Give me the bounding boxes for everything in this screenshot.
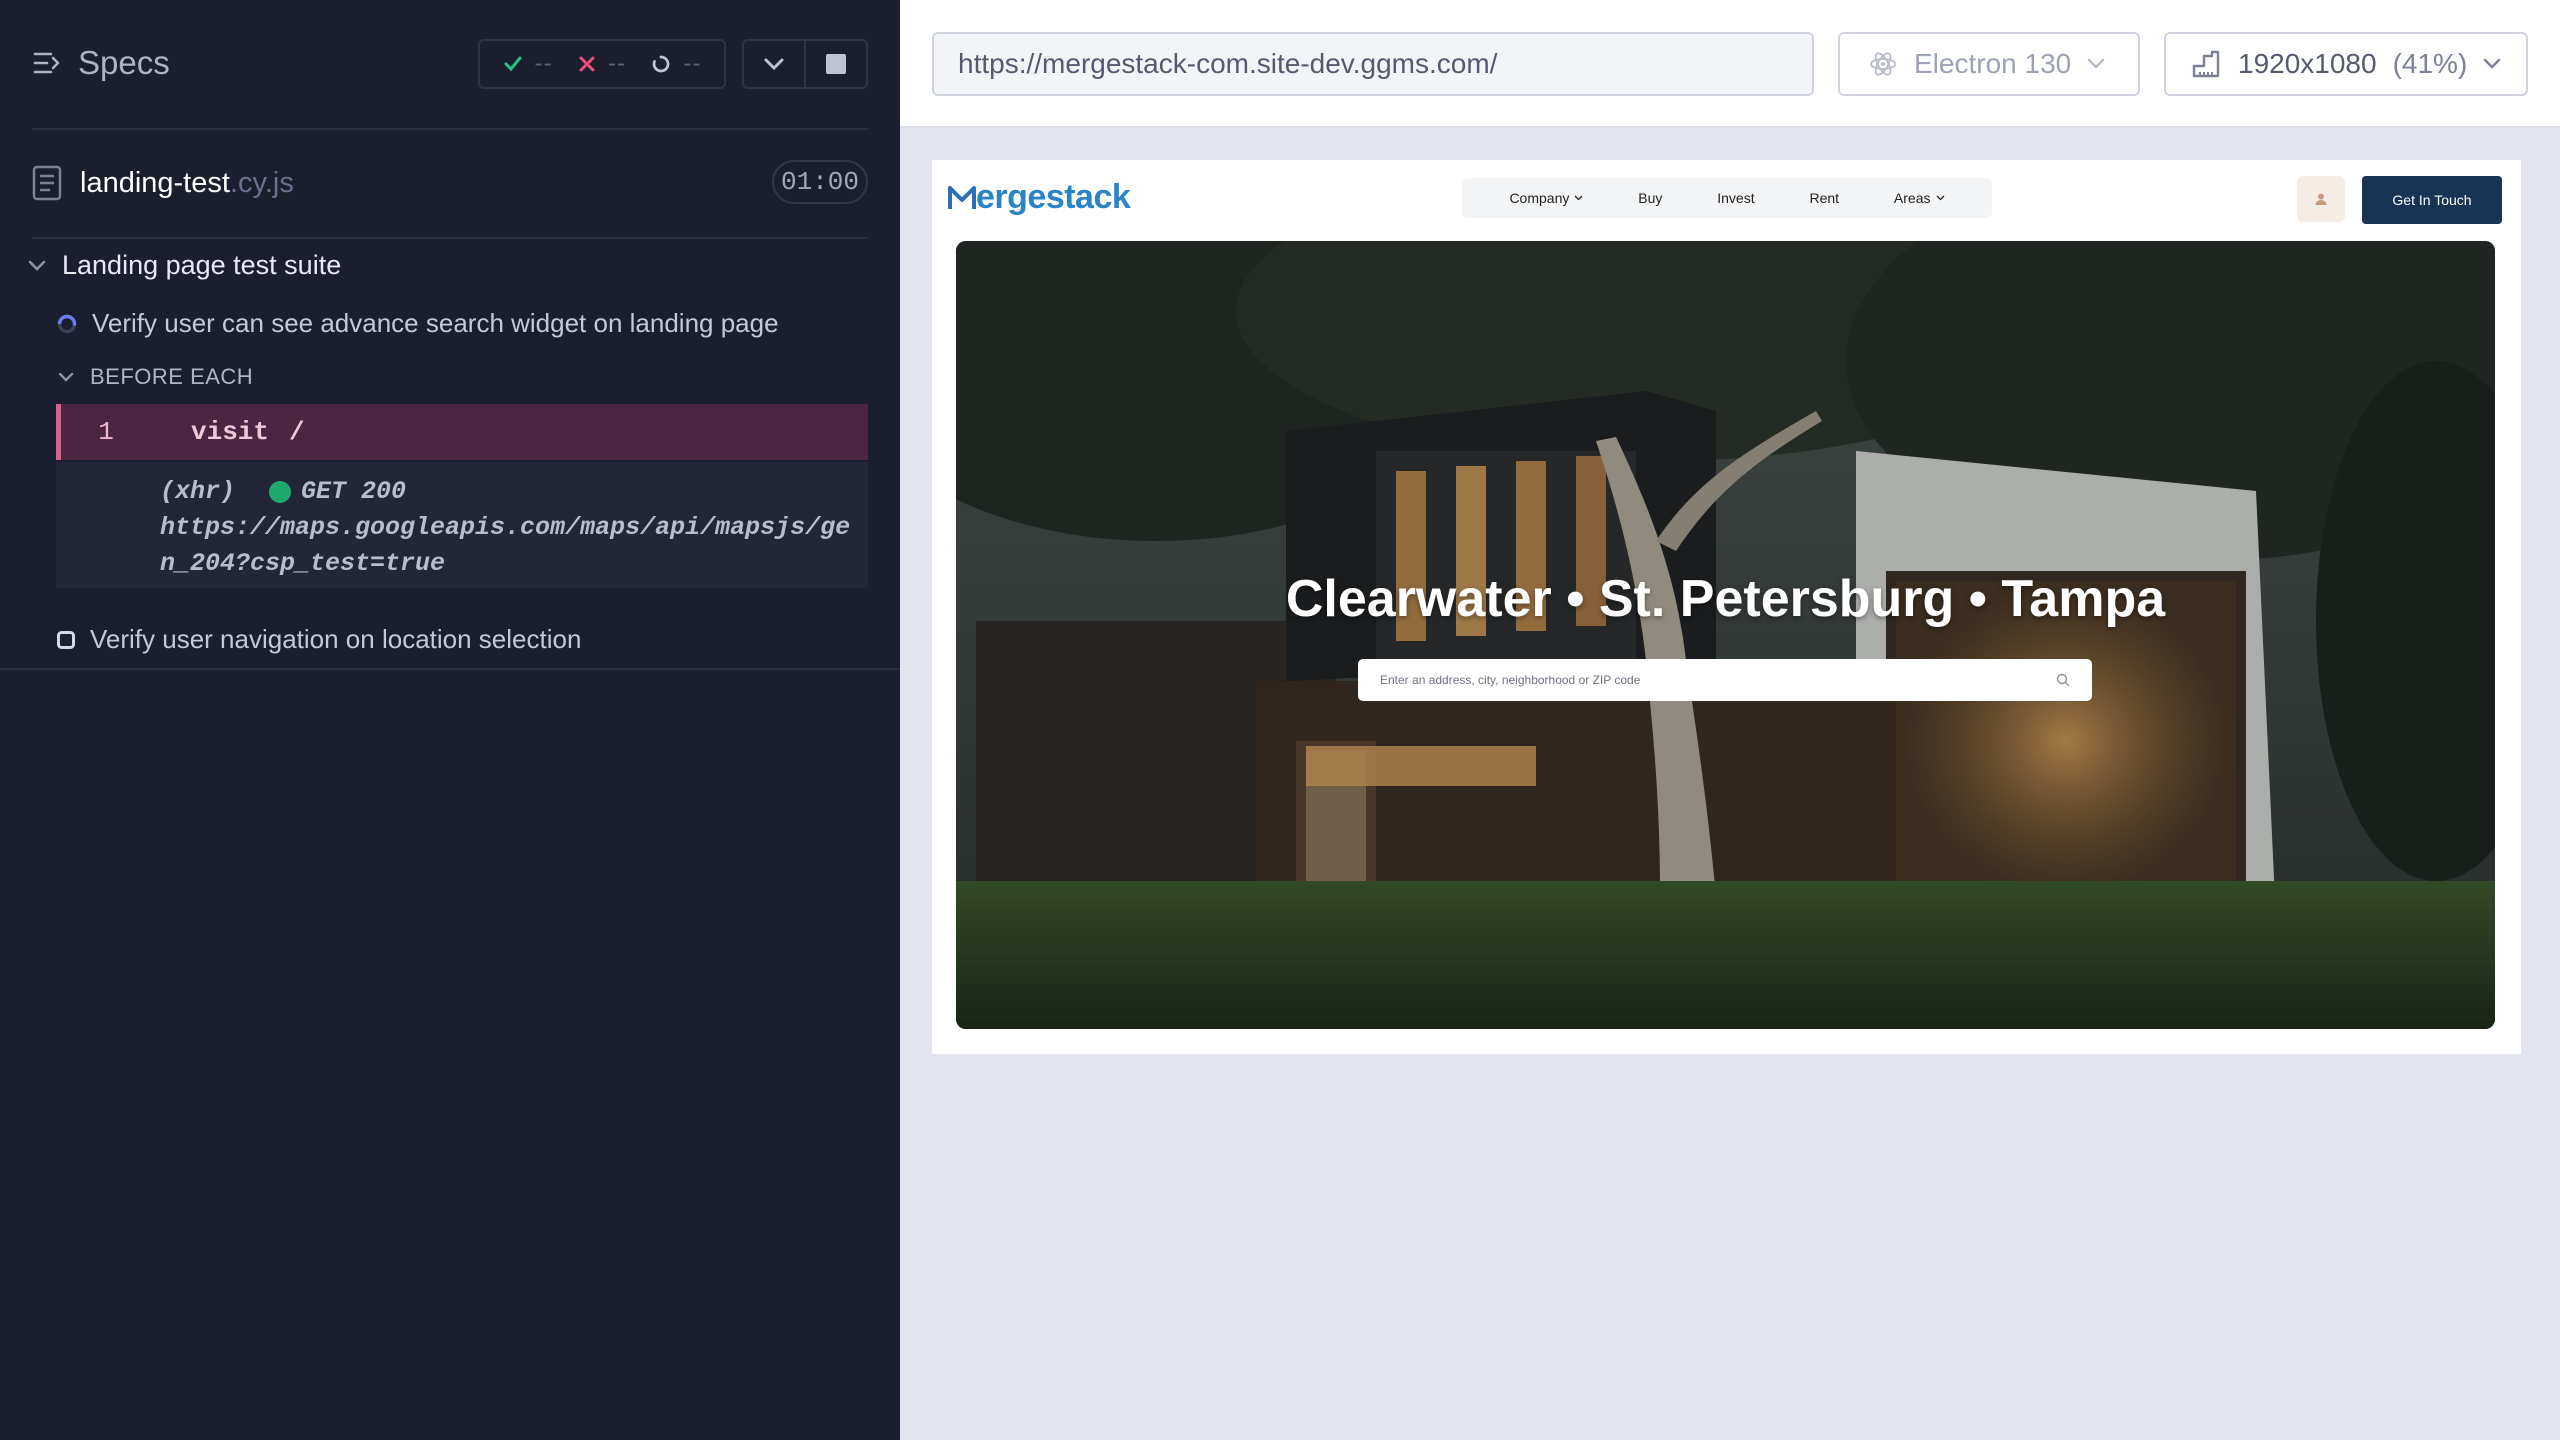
hero-banner: Clearwater • St. Petersburg • Tampa Ente… xyxy=(956,241,2495,1029)
command-number: 1 xyxy=(98,417,114,447)
failed-count: -- xyxy=(608,50,626,77)
search-icon[interactable] xyxy=(2056,673,2070,687)
nav-label: Areas xyxy=(1893,190,1931,206)
viewport-size: 1920x1080 xyxy=(2238,48,2377,79)
reporter-header: Specs -- -- -- xyxy=(0,0,900,130)
spec-file-name: landing-test xyxy=(80,166,230,199)
chevron-down-icon xyxy=(58,372,74,382)
viewport-selector[interactable]: 1920x1080 (41%) xyxy=(2164,32,2528,96)
test-item-running[interactable]: Verify user can see advance search widge… xyxy=(56,308,779,339)
aut-panel: https://mergestack-com.site-dev.ggms.com… xyxy=(900,0,2560,1440)
nav-rent[interactable]: Rent xyxy=(1809,190,1839,206)
checkbox-icon xyxy=(57,630,75,649)
pending-stat: -- xyxy=(651,50,701,78)
before-each-hook[interactable]: BEFORE EACH xyxy=(58,364,253,390)
tests-bottom-divider xyxy=(0,668,900,670)
file-divider xyxy=(32,237,868,239)
pending-count: -- xyxy=(683,50,702,77)
xhr-tag: (xhr) xyxy=(160,477,236,506)
spec-file-ext: .cy.js xyxy=(229,166,294,199)
test-item-pending[interactable]: Verify user navigation on location selec… xyxy=(56,624,581,655)
reporter-panel: Specs -- -- -- landing-test .cy.js 01:00… xyxy=(0,0,900,1440)
passed-stat: -- xyxy=(503,50,553,78)
viewport-scale: (41%) xyxy=(2392,48,2468,79)
hero-house-image xyxy=(956,241,2495,1029)
nav-buy[interactable]: Buy xyxy=(1638,190,1662,206)
stop-button[interactable] xyxy=(804,41,866,87)
spinner-icon xyxy=(57,314,77,333)
site-navbar: ergestack Company Buy Invest Rent Areas xyxy=(932,160,2521,240)
test-stats: -- -- -- xyxy=(478,39,726,89)
search-placeholder: Enter an address, city, neighborhood or … xyxy=(1380,673,1641,687)
spec-file-row: landing-test .cy.js 01:00 xyxy=(32,158,868,208)
chevron-down-icon xyxy=(2484,58,2501,69)
suite-title: Landing page test suite xyxy=(62,250,342,280)
get-in-touch-button[interactable]: Get In Touch xyxy=(2362,176,2502,224)
logo-mark-icon xyxy=(948,185,976,209)
chevron-down-icon xyxy=(764,58,784,71)
failed-stat: -- xyxy=(578,50,626,78)
hook-label: BEFORE EACH xyxy=(90,364,254,389)
check-icon xyxy=(504,56,522,72)
browser-label: Electron 130 xyxy=(1914,48,2072,79)
command-visit[interactable]: 1 visit / xyxy=(56,404,868,460)
chevron-down-icon xyxy=(28,260,46,271)
site-logo[interactable]: ergestack xyxy=(948,178,1131,217)
nav-label: Buy xyxy=(1638,190,1663,206)
command-arg: / xyxy=(289,417,305,447)
header-divider xyxy=(32,128,868,130)
nav-areas[interactable]: Areas xyxy=(1894,190,1945,206)
expand-toggle-button[interactable] xyxy=(744,41,804,87)
nav-label: Rent xyxy=(1809,190,1840,206)
pending-icon xyxy=(652,55,670,73)
aut-toolbar: https://mergestack-com.site-dev.ggms.com… xyxy=(900,0,2560,128)
nav-invest[interactable]: Invest xyxy=(1717,190,1754,206)
passed-count: -- xyxy=(534,50,553,77)
site-nav-menu: Company Buy Invest Rent Areas xyxy=(1462,178,1992,218)
chevron-down-icon xyxy=(1936,195,1944,201)
test-title: Verify user navigation on location selec… xyxy=(90,624,582,654)
aut-iframe: ergestack Company Buy Invest Rent Areas xyxy=(932,160,2521,1054)
command-name: visit xyxy=(191,417,270,447)
xhr-log-entry[interactable]: (xhr) GET 200 https://maps.googleapis.co… xyxy=(56,462,868,588)
browser-selector[interactable]: Electron 130 xyxy=(1838,32,2140,96)
user-icon xyxy=(2315,193,2327,205)
logo-text: ergestack xyxy=(976,178,1131,216)
xhr-method-status: GET 200 xyxy=(301,477,407,506)
file-icon xyxy=(32,165,62,201)
run-duration: 01:00 xyxy=(772,160,868,204)
stop-icon xyxy=(826,54,846,74)
nav-label: Company xyxy=(1509,190,1570,206)
user-account-button[interactable] xyxy=(2297,176,2345,222)
xhr-url: https://maps.googleapis.com/maps/api/map… xyxy=(160,513,851,578)
run-controls xyxy=(742,39,868,89)
chevron-down-icon xyxy=(2088,58,2105,69)
cross-icon xyxy=(579,56,595,72)
nav-label: Invest xyxy=(1717,190,1755,206)
status-success-icon xyxy=(269,481,292,503)
hero-search-input[interactable]: Enter an address, city, neighborhood or … xyxy=(1358,659,2092,701)
specs-label: Specs xyxy=(78,44,170,81)
electron-icon xyxy=(1870,52,1896,76)
nav-company[interactable]: Company xyxy=(1509,190,1583,206)
hero-title: Clearwater • St. Petersburg • Tampa xyxy=(1285,570,2166,628)
viewport-icon xyxy=(2192,50,2220,78)
aut-url-field[interactable]: https://mergestack-com.site-dev.ggms.com… xyxy=(932,32,1814,96)
specs-icon xyxy=(33,52,60,74)
chevron-down-icon xyxy=(1574,195,1583,201)
suite-header[interactable]: Landing page test suite xyxy=(28,250,341,281)
specs-button[interactable]: Specs xyxy=(32,44,170,82)
test-title: Verify user can see advance search widge… xyxy=(92,308,779,338)
